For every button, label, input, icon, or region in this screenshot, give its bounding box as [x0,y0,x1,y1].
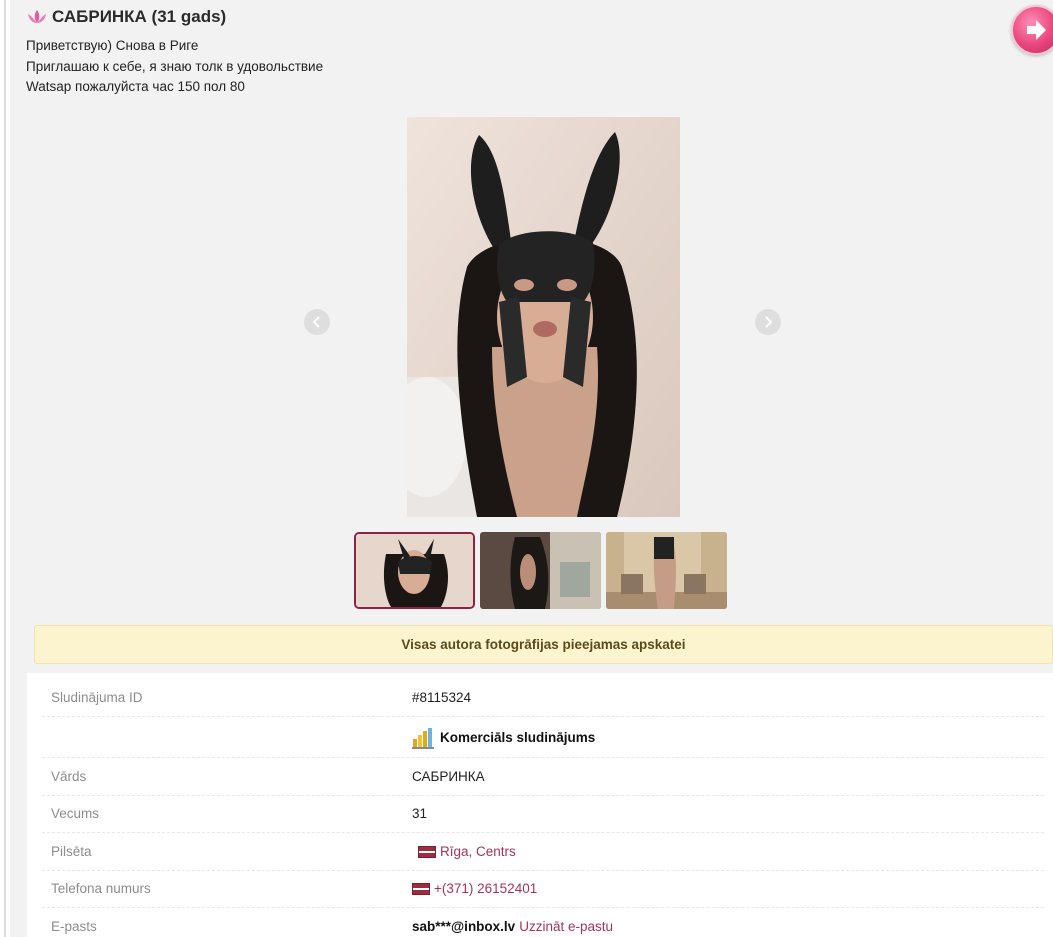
bar-chart-icon [412,727,434,749]
email-masked: sab***@inbox.lv [412,919,516,934]
latvia-flag-icon [412,883,430,895]
city-link[interactable]: Rīga, Centrs [440,833,516,871]
city-value: Rīga, Centrs [418,833,516,871]
detail-row-city: Pilsēta Rīga, Centrs [42,833,1044,871]
lotus-icon [28,10,46,23]
ad-description: Приветствую) Снова в Риге Приглашаю к се… [26,36,323,98]
commercial-label: Komerciāls sludinājums [440,729,596,745]
gallery-prev-button[interactable] [304,309,330,335]
thumbnail-image [480,532,601,609]
ad-header: САБРИНКА (31 gads) [26,6,226,28]
latvia-flag-icon [418,846,436,858]
age-value: 31 [412,806,428,821]
next-ad-button[interactable] [1011,5,1053,55]
gallery-thumbnails [354,532,727,609]
detail-label: Vārds [51,769,87,784]
phone-value: +(371) 26152401 [412,870,537,908]
detail-row-id: Sludinājuma ID #8115324 [42,679,1044,717]
detail-label: E-pasts [51,919,97,934]
thumbnail-2[interactable] [480,532,601,609]
description-line: Watsap пожалуйста час 150 пол 80 [26,79,245,94]
thumbnail-1[interactable] [354,532,475,609]
thumbnail-image [606,532,727,609]
detail-label: Pilsēta [51,844,92,859]
left-border [4,0,6,937]
detail-row-phone: Telefona numurs +(371) 26152401 [42,870,1044,908]
description-line: Приглашаю к себе, я знаю толк в удовольс… [26,58,324,74]
ad-details-table: Sludinājuma ID #8115324 Komerciāls sludi… [27,673,1053,937]
chevron-right-icon [765,316,773,328]
thumbnail-image [356,534,473,607]
gallery-next-button[interactable] [755,309,781,335]
email-value: sab***@inbox.lv Uzzināt e-pastu [412,908,613,937]
main-photo[interactable] [407,117,680,517]
photo-woman-bunny-mask [407,117,680,517]
ad-card: САБРИНКА (31 gads) Приветствую) Снова в … [10,0,1053,937]
detail-label: Telefona numurs [51,881,151,896]
detail-row-commercial: Komerciāls sludinājums [42,717,1044,758]
detail-row-email: E-pasts sab***@inbox.lv Uzzināt e-pastu [42,908,1044,937]
detail-label: Sludinājuma ID [51,690,143,705]
thumbnail-3[interactable] [606,532,727,609]
reveal-email-link[interactable]: Uzzināt e-pastu [519,908,613,937]
ad-id-value: #8115324 [412,690,472,705]
detail-row-name: Vārds САБРИНКА [42,758,1044,796]
arrow-right-icon [1027,20,1046,40]
photos-notice: Visas autora fotogrāfijas pieejamas apsk… [34,625,1053,664]
commercial-value: Komerciāls sludinājums [412,717,595,758]
detail-label: Vecums [51,806,100,821]
description-line: Приветствую) Снова в Риге [26,38,199,53]
phone-link[interactable]: +(371) 26152401 [434,870,537,908]
name-value: САБРИНКА [412,769,485,784]
ad-title: САБРИНКА (31 gads) [52,7,227,26]
chevron-left-icon [312,316,320,328]
detail-row-age: Vecums 31 [42,795,1044,833]
